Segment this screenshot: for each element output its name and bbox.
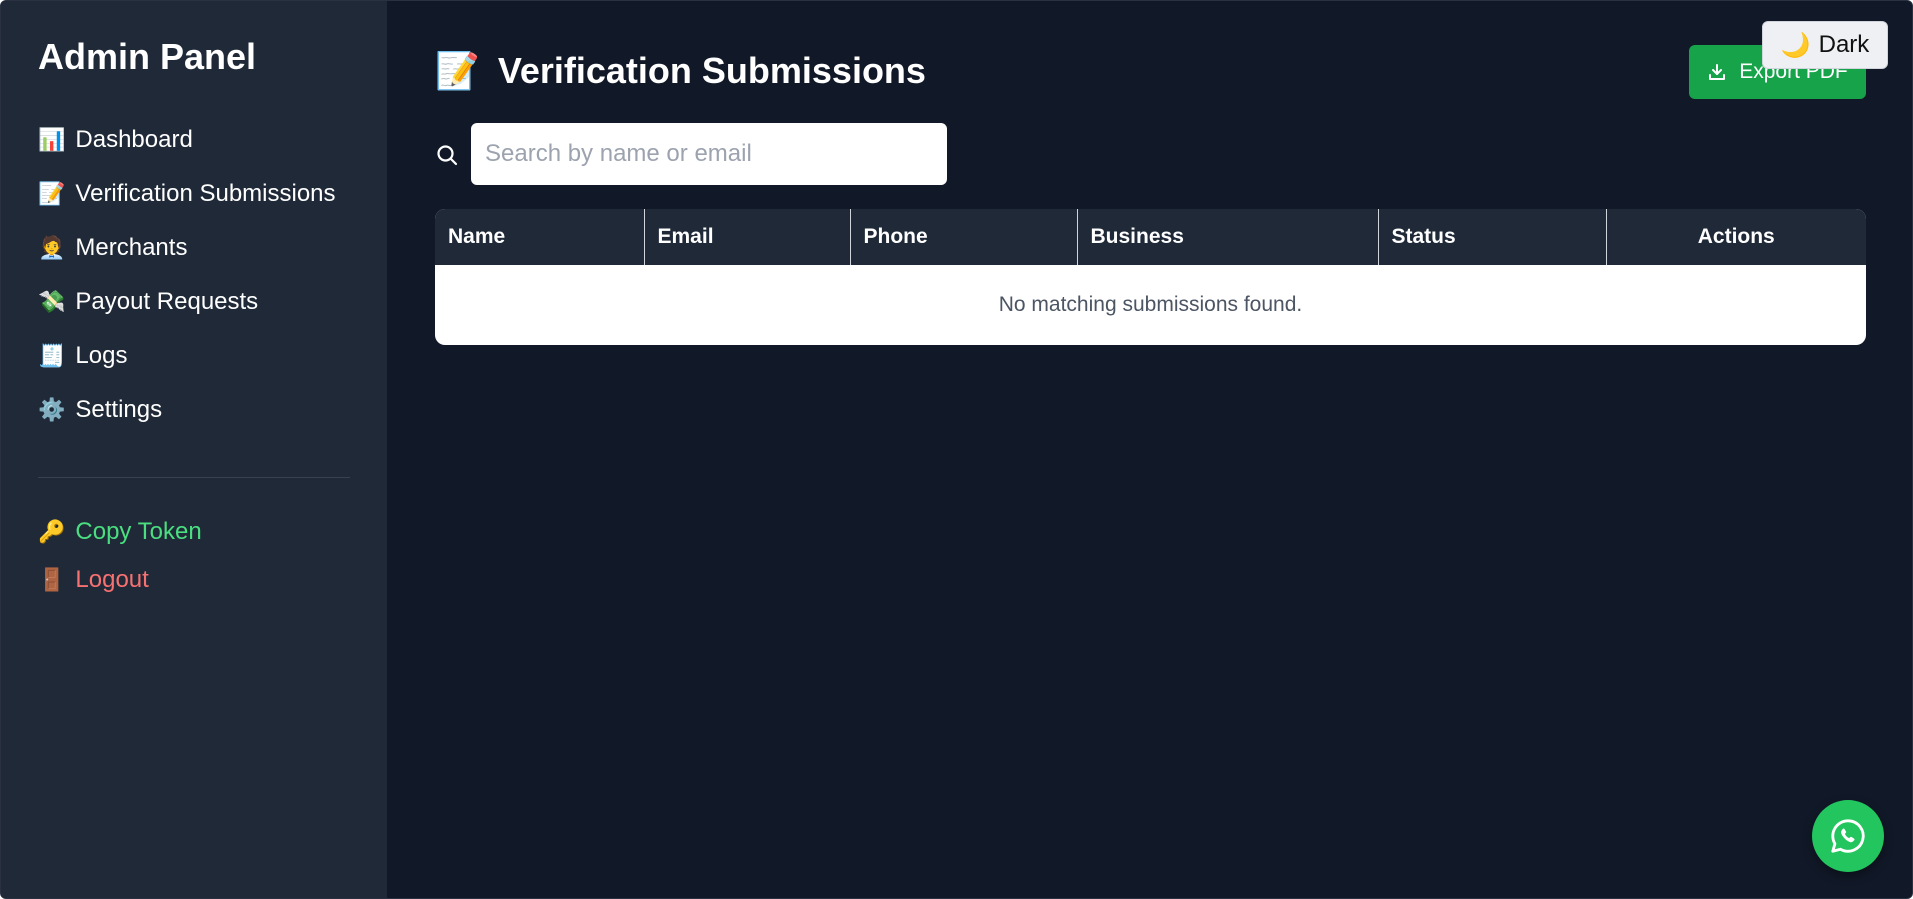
money-wings-icon: 💸 <box>38 289 66 314</box>
sidebar-divider <box>38 477 350 478</box>
sidebar-item-verification-submissions[interactable]: 📝 Verification Submissions <box>38 167 350 221</box>
logout-button[interactable]: 🚪 Logout <box>38 556 350 604</box>
logout-label: Logout <box>75 566 149 593</box>
main-content: 📝 Verification Submissions Export PDF 🌙 … <box>387 1 1912 898</box>
sidebar-item-settings[interactable]: ⚙️ Settings <box>38 383 350 437</box>
search-input[interactable] <box>471 123 947 185</box>
sidebar: Admin Panel 📊 Dashboard 📝 Verification S… <box>1 1 387 898</box>
sidebar-item-label: Settings <box>75 396 163 423</box>
column-header-actions: Actions <box>1697 225 1775 248</box>
download-icon <box>1709 64 1726 80</box>
memo-icon: 📝 <box>435 50 480 91</box>
search-icon <box>437 145 458 166</box>
whatsapp-icon <box>1831 819 1865 853</box>
empty-state-message: No matching submissions found. <box>998 293 1303 316</box>
submissions-table: Name Email Phone Business Status Actions… <box>435 209 1866 345</box>
gear-icon: ⚙️ <box>38 397 66 422</box>
table-header-row: Name Email Phone Business Status Actions <box>435 209 1866 265</box>
key-icon: 🔑 <box>38 519 66 544</box>
app-window: Admin Panel 📊 Dashboard 📝 Verification S… <box>0 0 1913 899</box>
sidebar-item-label: Dashboard <box>75 126 193 153</box>
column-header-status[interactable]: Status <box>1378 209 1607 265</box>
sidebar-item-label: Verification Submissions <box>75 180 336 207</box>
brand-title: Admin Panel <box>38 36 257 77</box>
copy-token-button[interactable]: 🔑 Copy Token <box>38 508 350 556</box>
moon-icon: 🌙 <box>1780 31 1811 59</box>
column-header-name[interactable]: Name <box>435 209 645 265</box>
door-icon: 🚪 <box>38 567 66 592</box>
sidebar-item-label: Logs <box>75 342 128 369</box>
sidebar-item-payout-requests[interactable]: 💸 Payout Requests <box>38 275 350 329</box>
sidebar-nav: 📊 Dashboard 📝 Verification Submissions 🧑… <box>38 113 350 437</box>
bar-chart-icon: 📊 <box>38 127 66 152</box>
column-header-phone[interactable]: Phone <box>850 209 1078 265</box>
table-row: No matching submissions found. <box>435 265 1866 345</box>
memo-icon: 📝 <box>38 181 66 206</box>
column-header-email[interactable]: Email <box>644 209 851 265</box>
sidebar-item-label: Payout Requests <box>75 288 259 315</box>
page-title: 📝 Verification Submissions <box>435 47 926 95</box>
receipt-icon: 🧾 <box>38 343 66 368</box>
sidebar-item-label: Merchants <box>75 234 188 261</box>
businessperson-icon: 🧑‍💼 <box>38 235 66 260</box>
theme-toggle-label: Dark <box>1818 31 1870 58</box>
sidebar-item-merchants[interactable]: 🧑‍💼 Merchants <box>38 221 350 275</box>
copy-token-label: Copy Token <box>75 518 202 545</box>
page-title-text: Verification Submissions <box>497 50 926 91</box>
sidebar-item-logs[interactable]: 🧾 Logs <box>38 329 350 383</box>
theme-toggle-button[interactable]: 🌙 Dark <box>1762 21 1888 69</box>
column-header-business[interactable]: Business <box>1077 209 1379 265</box>
sidebar-item-dashboard[interactable]: 📊 Dashboard <box>38 113 350 167</box>
whatsapp-chat-button[interactable] <box>1812 800 1884 872</box>
